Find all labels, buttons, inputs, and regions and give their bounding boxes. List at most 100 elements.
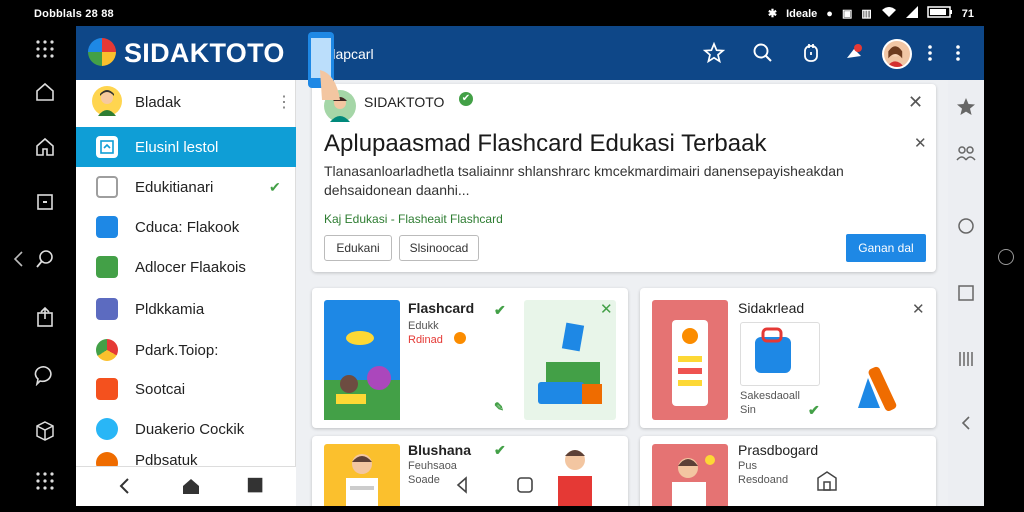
app-card[interactable]: Prasdbogard Pus Resdoand xyxy=(640,436,936,506)
sidebar-item-duakerio[interactable]: Duakerio Cockik xyxy=(76,409,296,449)
cube-icon[interactable] xyxy=(34,420,56,442)
featured-tag[interactable]: Kaj Edukasi - Flasheait Flashcard xyxy=(324,212,503,226)
card-image xyxy=(652,300,728,420)
circle-icon[interactable] xyxy=(955,215,977,237)
battery-level: 71 xyxy=(961,7,974,20)
recents-icon[interactable] xyxy=(246,476,266,501)
user-icon xyxy=(96,452,118,466)
sidebar-item-label: Pdark.Toiop: xyxy=(135,341,219,359)
square-icon[interactable] xyxy=(955,282,977,304)
card-subtitle: Pus xyxy=(738,460,757,472)
sidebar-item-pdark[interactable]: Pdark.Toiop: xyxy=(76,330,296,370)
camera-cutout-icon xyxy=(998,249,1014,265)
star-filled-icon[interactable] xyxy=(955,96,977,118)
back-chevron-icon[interactable] xyxy=(8,248,30,270)
check-icon: ✔ xyxy=(269,178,281,195)
sidebar-user[interactable]: Bladak ⋮ xyxy=(76,82,296,122)
app-card[interactable]: Flashcard ✔ Edukk Rdinad ✎ ✕ xyxy=(312,288,628,428)
screenshot-icon: ▣ xyxy=(841,8,853,20)
close-icon[interactable]: ✕ xyxy=(600,300,613,318)
overflow-menu-icon[interactable] xyxy=(946,41,970,65)
card-image xyxy=(740,322,820,386)
sidebar-item-label: Pdbsatuk xyxy=(135,452,198,466)
home-outline-icon[interactable] xyxy=(34,81,56,103)
check-icon: ✔ xyxy=(808,402,820,418)
house-icon[interactable] xyxy=(34,136,56,158)
sidebar-item-adlocer[interactable]: Adlocer Flaakois xyxy=(76,247,296,287)
chat-icon[interactable] xyxy=(34,364,56,387)
back-icon[interactable] xyxy=(114,475,136,502)
card-icon xyxy=(96,216,118,238)
system-nav-rail xyxy=(0,26,76,512)
square-icon[interactable] xyxy=(34,191,56,213)
sidebar-item-pdbsatuk[interactable]: Pdbsatuk xyxy=(76,446,296,466)
sidebar-item-label: Pldkkamia xyxy=(135,300,205,318)
status-bar: Dobblals 28 88 ✱ Ideale ● ▣ ▥ 71 xyxy=(0,0,1024,26)
card-note: Resdoand xyxy=(738,474,789,486)
card-image xyxy=(652,444,728,506)
card-title: Blushana xyxy=(408,442,472,458)
wifi-icon xyxy=(881,6,897,21)
featured-description: Tlanasanloarladhetla tsaliainnr shlanshr… xyxy=(324,163,844,198)
sidebar-item-cduca[interactable]: Cduca: Flakook xyxy=(76,207,296,247)
character-image xyxy=(550,440,600,506)
star-icon[interactable] xyxy=(702,41,726,65)
chip-edukasi[interactable]: Edukani xyxy=(324,235,392,261)
apps-grid-icon[interactable] xyxy=(34,38,56,60)
more-vertical-icon[interactable]: ⋮ xyxy=(276,92,292,112)
phone-image xyxy=(300,30,350,102)
dismiss-icon[interactable]: ✕ xyxy=(914,134,927,152)
sidebar-item-label: Edukitianari xyxy=(135,178,214,196)
brand-name: SIDAKTOTO xyxy=(124,38,285,68)
status-time: Dobblals 28 88 xyxy=(34,8,114,20)
gallery-icon[interactable] xyxy=(816,470,838,497)
app-card[interactable]: Blushana ✔ Feuhsaoa Soade xyxy=(312,436,628,506)
avatar xyxy=(92,86,122,116)
close-icon[interactable]: ✕ xyxy=(908,92,923,113)
card-image xyxy=(324,300,400,420)
back-icon[interactable] xyxy=(455,476,469,499)
chip-download[interactable]: Slsinoocad xyxy=(399,235,479,261)
card-title: Flashcard xyxy=(408,300,475,316)
profile-avatar[interactable] xyxy=(882,39,912,69)
bluetooth-icon: ✱ xyxy=(767,8,778,20)
bottom-nav xyxy=(76,466,296,506)
card-title: Sidakrlead xyxy=(738,300,805,316)
sidebar-item-label: Sootcai xyxy=(135,380,186,398)
more-vertical-icon[interactable] xyxy=(918,41,942,65)
bars-icon[interactable] xyxy=(955,348,977,370)
app-icon xyxy=(96,298,118,320)
sidebar-item-flashcard[interactable]: Elusinl lestol xyxy=(76,127,296,167)
edit-icon: ✎ xyxy=(494,400,505,414)
app-bar: SIDAKTOTO Plapcarl xyxy=(76,26,984,80)
tools-icon xyxy=(96,378,118,400)
primary-button[interactable]: Ganan dal xyxy=(846,234,926,262)
notification-bell-icon[interactable] xyxy=(842,41,866,65)
battery-icon xyxy=(927,6,953,21)
search-icon[interactable] xyxy=(751,41,775,65)
vibrate-icon: ▥ xyxy=(861,8,872,20)
location-icon xyxy=(96,339,118,361)
card-subtitle: Edukk xyxy=(408,320,439,332)
app-card[interactable]: Sidakrlead ✕ Sakesdaoall Sin ✔ xyxy=(640,288,936,428)
sidebar-item-label: Duakerio Cockik xyxy=(135,420,245,438)
timer-icon[interactable] xyxy=(799,41,823,65)
mascot-image xyxy=(854,358,904,418)
chevron-left-icon[interactable] xyxy=(955,412,977,434)
close-icon[interactable]: ✕ xyxy=(912,300,925,318)
cloud-icon xyxy=(96,418,118,440)
card-image xyxy=(324,444,400,506)
apps-grid-bottom-icon[interactable] xyxy=(34,470,56,492)
sidebar-item-edukasi[interactable]: Edukitianari ✔ xyxy=(76,167,296,207)
home-icon[interactable] xyxy=(180,475,202,502)
search-icon[interactable] xyxy=(34,248,56,270)
right-rail xyxy=(948,80,984,506)
share-icon[interactable] xyxy=(34,306,56,328)
sidebar-item-pldkkamia[interactable]: Pldkkamia xyxy=(76,289,296,329)
people-icon[interactable] xyxy=(955,142,977,164)
document-icon xyxy=(96,176,118,198)
sidebar-item-sootcai[interactable]: Sootcai xyxy=(76,369,296,409)
card-subtitle: Feuhsaoa xyxy=(408,460,457,472)
home-icon[interactable] xyxy=(516,476,534,499)
book-icon xyxy=(96,256,118,278)
